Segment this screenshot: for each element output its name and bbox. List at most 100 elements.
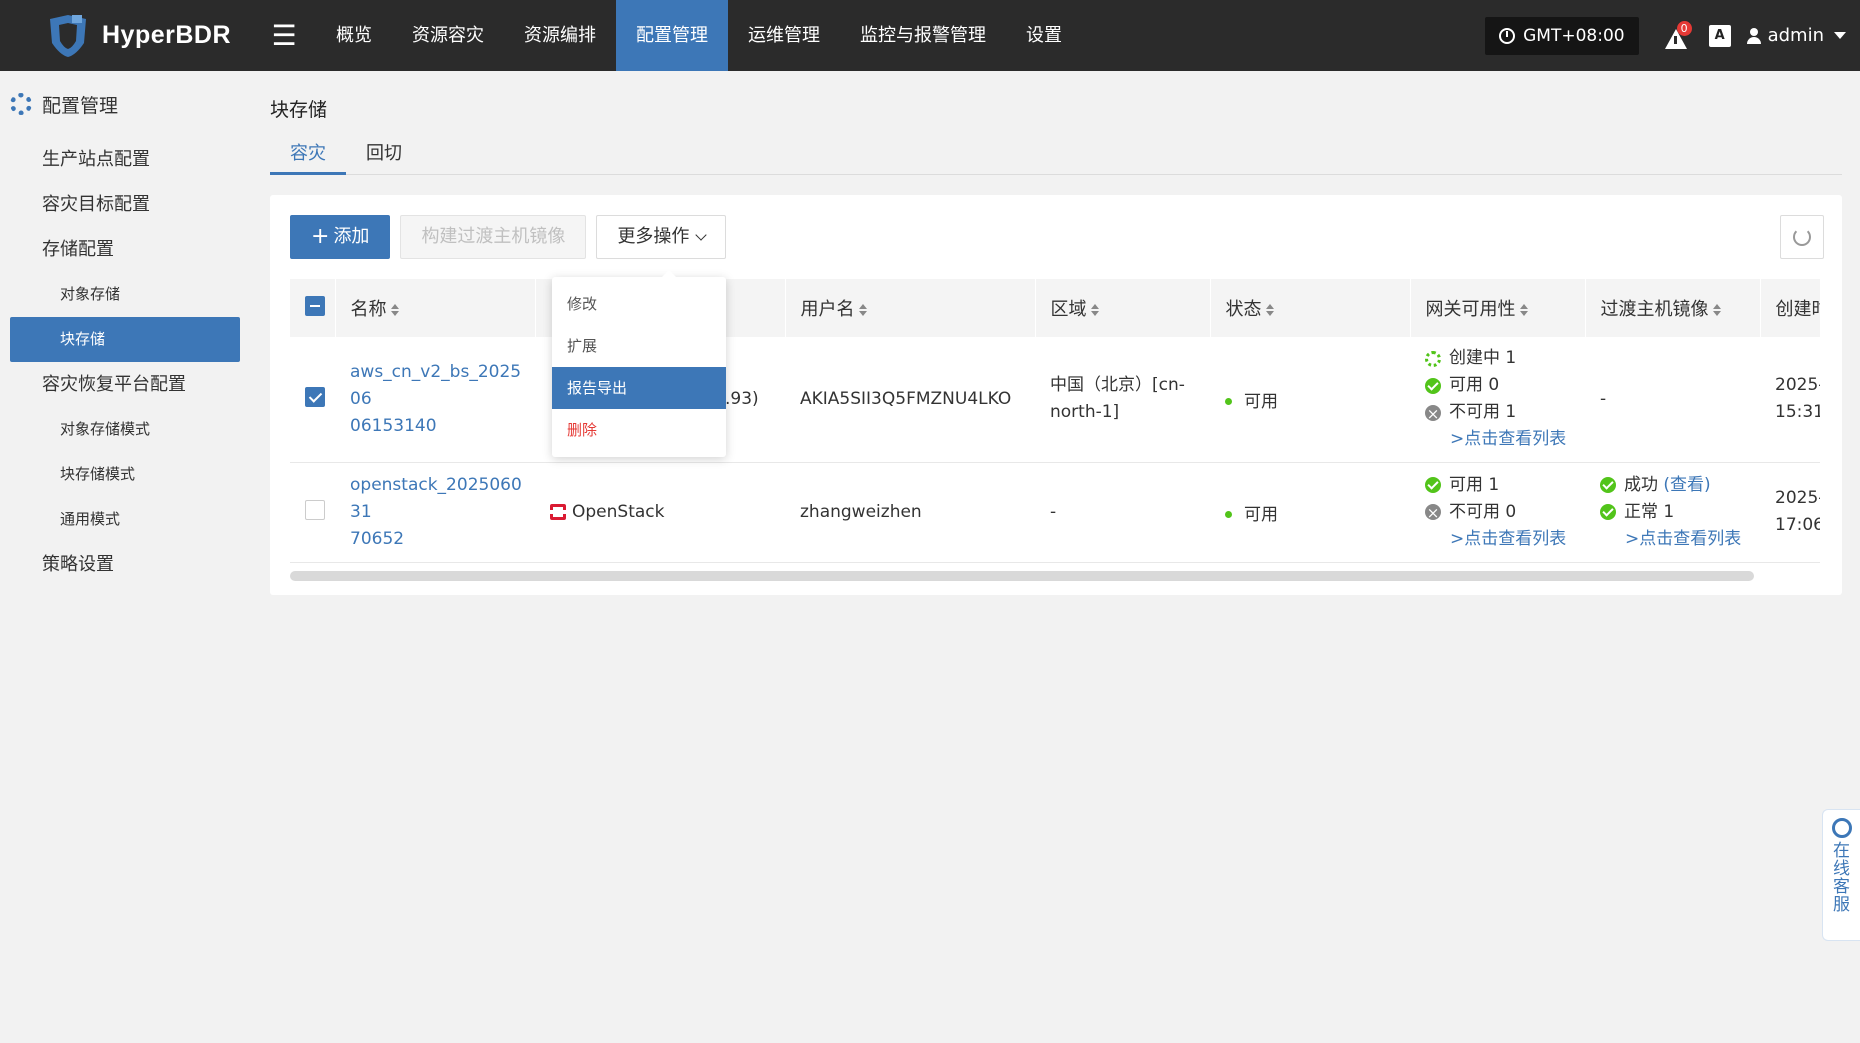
alert-button[interactable]: 0 [1663,20,1692,51]
refresh-button[interactable] [1780,215,1824,259]
check-circle-icon [1600,504,1616,520]
col-created[interactable]: 创建时 [1760,279,1820,337]
hyperbdr-logo-icon [50,14,86,57]
view-gateway-list-link[interactable]: >点击查看列表 [1425,526,1566,553]
timezone-display[interactable]: GMT+08:00 [1485,16,1639,55]
platform-cell: OpenStack [572,502,665,522]
sidebar: 配置管理 生产站点配置 容灾目标配置 存储配置 对象存储 块存储 容灾恢复平台配… [0,71,250,1043]
select-all-checkbox[interactable] [305,295,325,316]
sidebar-item-policy[interactable]: 策略设置 [0,542,250,587]
language-icon[interactable]: A [1708,24,1731,47]
sidebar-item-block-storage-mode[interactable]: 块存储模式 [0,452,250,497]
refresh-icon [1793,228,1811,246]
transition-image-cell: - [1600,389,1607,410]
sort-icon [390,304,399,316]
plus-icon: + [311,224,330,249]
menu-item-export-report[interactable]: 报告导出 [552,367,726,409]
row-checkbox[interactable] [305,499,325,520]
nav-monitoring-alerts[interactable]: 监控与报警管理 [840,0,1006,71]
build-image-button[interactable]: 构建过渡主机镜像 [400,215,587,259]
col-region[interactable]: 区域 [1035,279,1211,337]
sort-icon [858,304,867,316]
nav-overview[interactable]: 概览 [316,0,392,71]
sidebar-item-storage-config[interactable]: 存储配置 [0,227,250,272]
row-checkbox[interactable] [305,386,325,407]
caret-down-icon [1834,32,1846,39]
col-transition-image[interactable]: 过渡主机镜像 [1585,279,1761,337]
more-actions-button[interactable]: 更多操作 [596,215,727,259]
nav-resource-dr[interactable]: 资源容灾 [392,0,504,71]
gear-icon [10,93,32,115]
table-row[interactable]: openstack_202506031 70652 OpenStack zhang… [290,462,1820,563]
menu-item-extend[interactable]: 扩展 [552,325,726,367]
nav-settings[interactable]: 设置 [1006,0,1082,71]
check-circle-icon [1600,477,1616,493]
username-cell: AKIA5SII3Q5FMZNU4LKO [800,389,1012,410]
sidebar-header: 配置管理 [0,71,250,137]
sort-icon [1712,304,1721,316]
tabs: 容灾 回切 [270,139,1842,175]
add-button[interactable]: + 添加 [290,215,391,259]
sidebar-item-dr-platform[interactable]: 容灾恢复平台配置 [0,362,250,407]
nav-config-management[interactable]: 配置管理 [616,0,728,71]
horizontal-scrollbar[interactable] [290,571,1754,581]
region-cell: - [1050,502,1057,522]
created-cell: 2025-17:06: [1775,488,1820,535]
chevron-down-icon [695,228,708,241]
spinner-icon [1425,350,1441,367]
view-gateway-list-link[interactable]: >点击查看列表 [1425,426,1566,453]
col-name[interactable]: 名称 [335,279,536,337]
page-title: 块存储 [270,99,328,121]
sort-icon [1519,304,1528,316]
check-circle-icon [1425,477,1441,493]
sidebar-item-generic-mode[interactable]: 通用模式 [0,497,250,542]
sidebar-item-block-storage[interactable]: 块存储 [10,317,240,362]
nav-operations[interactable]: 运维管理 [728,0,840,71]
sidebar-item-object-storage[interactable]: 对象存储 [0,272,250,317]
region-cell: 中国（北京）[cn-north-1] [1050,375,1185,423]
main-nav: 概览 资源容灾 资源编排 配置管理 运维管理 监控与报警管理 设置 [316,0,1082,71]
sidebar-title: 配置管理 [42,94,119,117]
nav-orchestration[interactable]: 资源编排 [504,0,616,71]
sidebar-item-production-site[interactable]: 生产站点配置 [0,137,250,182]
storage-name-link[interactable]: aws_cn_v2_bs_202506 06153140 [350,359,525,440]
x-circle-icon [1425,500,1441,527]
sort-icon [1265,304,1274,316]
status-dot [1225,511,1232,518]
username-cell: zhangweizhen [800,502,922,522]
table-row[interactable]: aws_cn_v2_bs_202506 06153140 .93) AKIA5SI… [290,337,1820,463]
top-navbar: HyperBDR ☰ 概览 资源容灾 资源编排 配置管理 运维管理 监控与报警管… [0,0,1860,71]
sidebar-item-dr-target[interactable]: 容灾目标配置 [0,182,250,227]
alert-count-badge: 0 [1676,20,1692,36]
status-cell: 可用 [1244,504,1278,525]
view-image-link[interactable]: (查看) [1663,472,1710,499]
user-menu[interactable]: admin [1746,25,1846,46]
col-status[interactable]: 状态 [1210,279,1411,337]
storage-card: + 添加 构建过渡主机镜像 更多操作 名称 用户名 区域 状态 网关可用性 过渡… [270,195,1842,595]
username-label: admin [1767,25,1824,46]
menu-item-edit[interactable]: 修改 [552,283,726,325]
hamburger-icon[interactable]: ☰ [259,19,309,52]
col-username[interactable]: 用户名 [785,279,1036,337]
menu-item-delete[interactable]: 删除 [552,409,726,451]
tab-failback[interactable]: 回切 [346,139,422,175]
brand-name: HyperBDR [102,21,232,49]
view-image-list-link[interactable]: >点击查看列表 [1600,526,1741,553]
col-gateway[interactable]: 网关可用性 [1410,279,1586,337]
user-icon [1746,27,1761,44]
online-service-button[interactable]: 在线客服 [1822,809,1860,941]
brand[interactable]: HyperBDR [0,0,245,71]
toolbar: + 添加 构建过渡主机镜像 更多操作 [290,215,736,259]
add-button-label: 添加 [333,226,370,247]
more-actions-dropdown: 修改 扩展 报告导出 删除 [552,270,726,457]
platform-cell: .93) [725,389,759,410]
created-cell: 2025-15:31: [1775,375,1820,423]
table-header-row: 名称 用户名 区域 状态 网关可用性 过渡主机镜像 创建时 [290,279,1820,337]
sidebar-item-object-storage-mode[interactable]: 对象存储模式 [0,407,250,452]
clock-icon [1499,27,1516,44]
tab-dr[interactable]: 容灾 [270,139,346,175]
more-actions-label: 更多操作 [617,226,690,247]
storage-name-link[interactable]: openstack_202506031 70652 [350,472,525,553]
online-service-label: 在线客服 [1833,841,1850,915]
headset-icon [1831,818,1852,838]
